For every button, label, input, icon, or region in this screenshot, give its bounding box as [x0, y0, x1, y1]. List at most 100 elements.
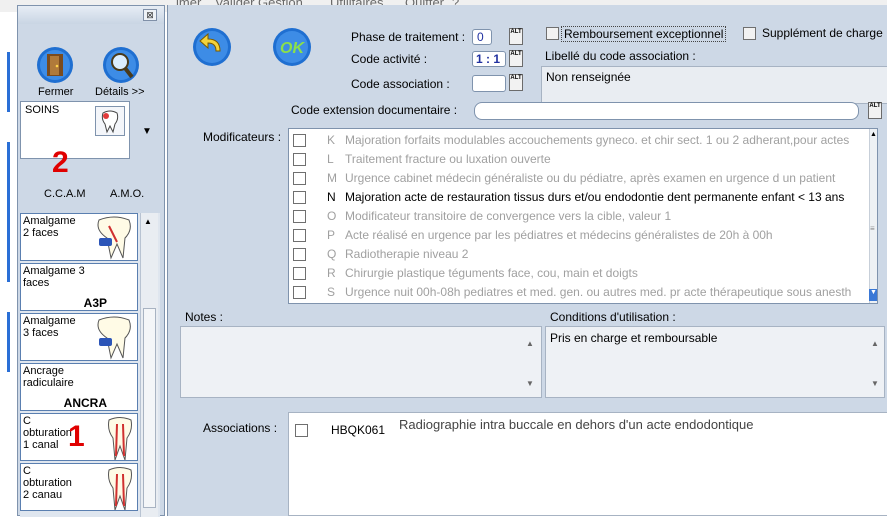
list-item[interactable]: Amalgame 2 faces [20, 213, 138, 261]
associations-label: Associations : [203, 421, 278, 435]
association-desc: Radiographie intra buccale en dehors d'u… [399, 417, 754, 432]
modificateur-checkbox[interactable] [293, 267, 306, 280]
code-extension-input[interactable] [474, 102, 859, 120]
conditions-label: Conditions d'utilisation : [550, 310, 676, 324]
annotation-number: 1 [68, 420, 85, 453]
item-code: ANCRA [63, 396, 107, 410]
scroll-grip-icon[interactable]: ≡ [870, 224, 875, 233]
modificateur-row[interactable]: S Urgence nuit 00h-08h pediatres et med. … [293, 284, 868, 302]
svg-text:OK: OK [280, 40, 305, 57]
modificateur-checkbox[interactable] [293, 153, 306, 166]
back-button[interactable] [192, 27, 232, 70]
conditions-textarea[interactable]: Pris en charge et remboursable ▲ ▼ [545, 326, 885, 398]
modificateurs-scrollbar[interactable]: ▲ ≡ ▼ [869, 129, 877, 303]
scroll-up-icon[interactable]: ▲ [871, 339, 879, 348]
list-item[interactable]: Amalgame 3 faces A3P [20, 263, 138, 311]
code-activite-label: Code activité : [351, 52, 428, 66]
item-title: Amalgame 3 faces [23, 315, 76, 339]
left-edge-strip [0, 12, 17, 516]
modificateur-row[interactable]: O Modificateur transitoire de convergence… [293, 208, 868, 226]
code-association-alt-button[interactable]: ALT [509, 74, 523, 91]
scrollbar-thumb[interactable] [143, 308, 156, 508]
supplement-label[interactable]: Supplément de charge [762, 26, 883, 40]
magnifier-icon [103, 47, 139, 83]
modificateur-checkbox[interactable] [293, 191, 306, 204]
fermer-label: Fermer [38, 86, 74, 98]
tooth-care-icon [95, 106, 125, 136]
scroll-up-icon[interactable]: ▲ [526, 339, 534, 348]
modificateur-checkbox[interactable] [293, 229, 306, 242]
details-label: Détails >> [95, 86, 145, 98]
soins-selector[interactable]: SOINS [20, 101, 130, 159]
chevron-down-icon[interactable]: ▼ [142, 126, 152, 137]
modificateur-row[interactable]: R Chirurgie plastique téguments face, cou… [293, 265, 868, 283]
modificateur-row[interactable]: P Acte réalisé en urgence par les pédiatr… [293, 227, 868, 245]
association-code: HBQK061 [331, 423, 386, 437]
modificateur-row[interactable]: Q Radiotherapie niveau 2 [293, 246, 868, 264]
code-association-input[interactable] [472, 75, 506, 92]
item-title: Ancrage radiculaire [23, 365, 74, 389]
fermer-button[interactable] [36, 46, 74, 84]
remboursement-checkbox[interactable] [546, 27, 559, 40]
notes-textarea[interactable]: ▲ ▼ [180, 326, 542, 398]
phase-label: Phase de traitement : [351, 30, 466, 44]
molar-filling-icon [93, 216, 135, 260]
palette-titlebar: ⊠ [18, 6, 164, 24]
modificateur-row[interactable]: N Majoration acte de restauration tissus … [293, 189, 868, 207]
acts-list-scrollbar[interactable]: ▲ [140, 213, 158, 517]
root-canal-icon [105, 416, 135, 460]
act-detail-window: OK Phase de traitement : 0 ALT Code acti… [167, 5, 887, 516]
ok-button[interactable]: OK [272, 27, 312, 70]
acts-list: Amalgame 2 faces Amalgame 3 faces A3P Am… [20, 213, 160, 517]
item-title: Amalgame 2 faces [23, 215, 76, 239]
libelle-display: Non renseignée [541, 66, 887, 104]
door-icon [37, 47, 73, 83]
list-item[interactable]: C obturation 2 canau [20, 463, 138, 511]
association-checkbox[interactable] [295, 424, 308, 437]
root-canal-icon [105, 466, 135, 510]
annotation-number: 2 [52, 146, 69, 179]
code-extension-alt-button[interactable]: ALT [868, 102, 882, 119]
details-button[interactable] [102, 46, 140, 84]
scroll-down-icon[interactable]: ▼ [869, 289, 877, 301]
modificateur-row[interactable]: L Traitement fracture ou luxation ouverte [293, 151, 868, 169]
modificateurs-label: Modificateurs : [203, 130, 282, 144]
scroll-up-icon[interactable]: ▲ [870, 131, 877, 138]
scroll-up-icon[interactable]: ▲ [144, 217, 152, 226]
modificateur-checkbox[interactable] [293, 172, 306, 185]
modificateur-checkbox[interactable] [293, 134, 306, 147]
code-activite-alt-button[interactable]: ALT [509, 50, 523, 67]
phase-alt-button[interactable]: ALT [509, 28, 523, 45]
associations-list: HBQK061 Radiographie intra buccale en de… [288, 412, 887, 516]
palette-close-button[interactable]: ⊠ [143, 9, 157, 21]
item-title: C obturation 2 canau [23, 465, 72, 501]
undo-arrow-icon [193, 28, 231, 66]
item-title: Amalgame 3 faces [23, 265, 85, 289]
supplement-checkbox[interactable] [743, 27, 756, 40]
molar-filling-icon [93, 316, 135, 360]
tab-amo[interactable]: A.M.O. [110, 188, 144, 200]
modificateur-row[interactable]: M Urgence cabinet médecin généraliste ou … [293, 170, 868, 188]
list-item[interactable]: Amalgame 3 faces [20, 313, 138, 361]
code-association-label: Code association : [351, 77, 450, 91]
soins-label: SOINS [25, 104, 60, 116]
phase-input[interactable]: 0 [472, 29, 492, 45]
conditions-value: Pris en charge et remboursable [550, 331, 718, 345]
libelle-label: Libellé du code association : [545, 49, 696, 63]
remboursement-label[interactable]: Remboursement exceptionnel [561, 26, 727, 42]
modificateurs-list: K Majoration forfaits modulables accouche… [288, 128, 878, 304]
modificateur-checkbox[interactable] [293, 286, 306, 299]
list-item[interactable]: Ancrage radiculaire ANCRA [20, 363, 138, 411]
modificateur-row[interactable]: K Majoration forfaits modulables accouche… [293, 132, 868, 150]
acts-palette-window: ⊠ Fermer Détails >> SOINS ▼ C.C.A.M A.M.… [17, 5, 165, 517]
modificateur-checkbox[interactable] [293, 210, 306, 223]
tab-ccam[interactable]: C.C.A.M [44, 188, 86, 200]
libelle-value: Non renseignée [546, 70, 631, 84]
item-code: A3P [83, 296, 107, 310]
modificateur-checkbox[interactable] [293, 248, 306, 261]
scroll-down-icon[interactable]: ▼ [871, 379, 879, 388]
ok-check-icon: OK [273, 28, 311, 66]
code-activite-input[interactable]: 1 : 1 [472, 51, 506, 67]
scroll-down-icon[interactable]: ▼ [526, 379, 534, 388]
notes-label: Notes : [185, 310, 224, 324]
